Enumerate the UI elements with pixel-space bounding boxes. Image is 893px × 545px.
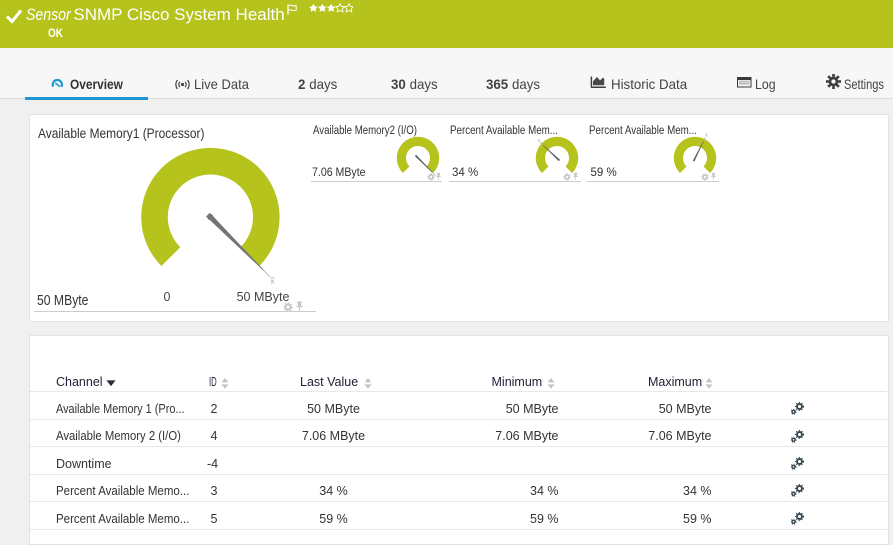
svg-text:x: x — [271, 277, 275, 286]
svg-text:x: x — [537, 138, 540, 144]
svg-text:x: x — [705, 133, 708, 139]
